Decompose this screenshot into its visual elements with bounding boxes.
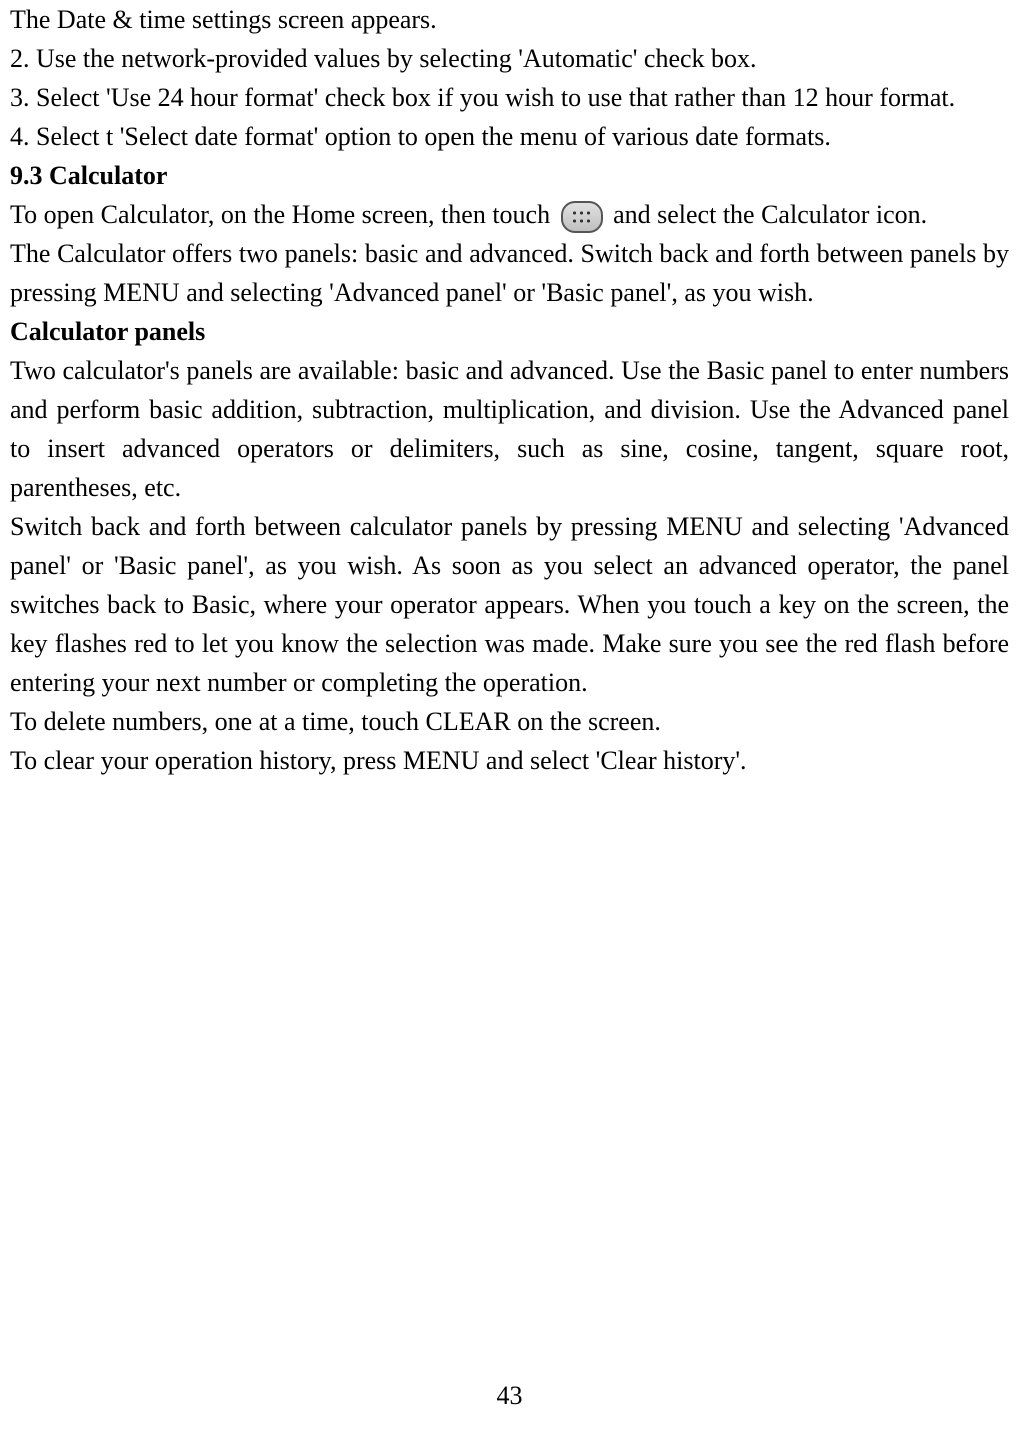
body-text: 4. Select t 'Select date format' option … bbox=[10, 117, 1009, 156]
subsection-heading: Calculator panels bbox=[10, 312, 1009, 351]
body-text: Switch back and forth between calculator… bbox=[10, 507, 1009, 702]
body-text: The Calculator offers two panels: basic … bbox=[10, 234, 1009, 312]
body-text: To delete numbers, one at a time, touch … bbox=[10, 702, 1009, 741]
body-text: To open Calculator, on the Home screen, … bbox=[10, 195, 1009, 234]
body-text: Two calculator's panels are available: b… bbox=[10, 351, 1009, 507]
app-grid-icon bbox=[561, 201, 603, 233]
text-segment: To open Calculator, on the Home screen, … bbox=[10, 200, 557, 229]
body-text: To clear your operation history, press M… bbox=[10, 741, 1009, 780]
page-number: 43 bbox=[0, 1376, 1019, 1415]
body-text: 3. Select 'Use 24 hour format' check box… bbox=[10, 78, 1009, 117]
body-text: The Date & time settings screen appears. bbox=[10, 0, 1009, 39]
body-text: 2. Use the network-provided values by se… bbox=[10, 39, 1009, 78]
text-segment: and select the Calculator icon. bbox=[607, 200, 928, 229]
section-heading: 9.3 Calculator bbox=[10, 156, 1009, 195]
document-page: The Date & time settings screen appears.… bbox=[0, 0, 1019, 780]
